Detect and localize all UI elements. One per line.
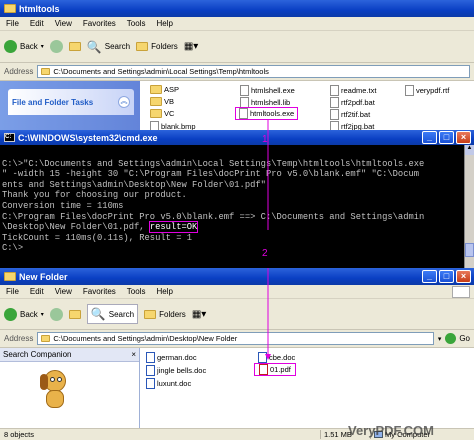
annotation-number-1: 1 (262, 134, 268, 145)
arrow-head (265, 354, 271, 360)
verypdf-watermark: VeryPDF.COM (348, 423, 434, 438)
annotation-number-2: 2 (262, 248, 268, 259)
annotation-arrows (265, 120, 271, 360)
